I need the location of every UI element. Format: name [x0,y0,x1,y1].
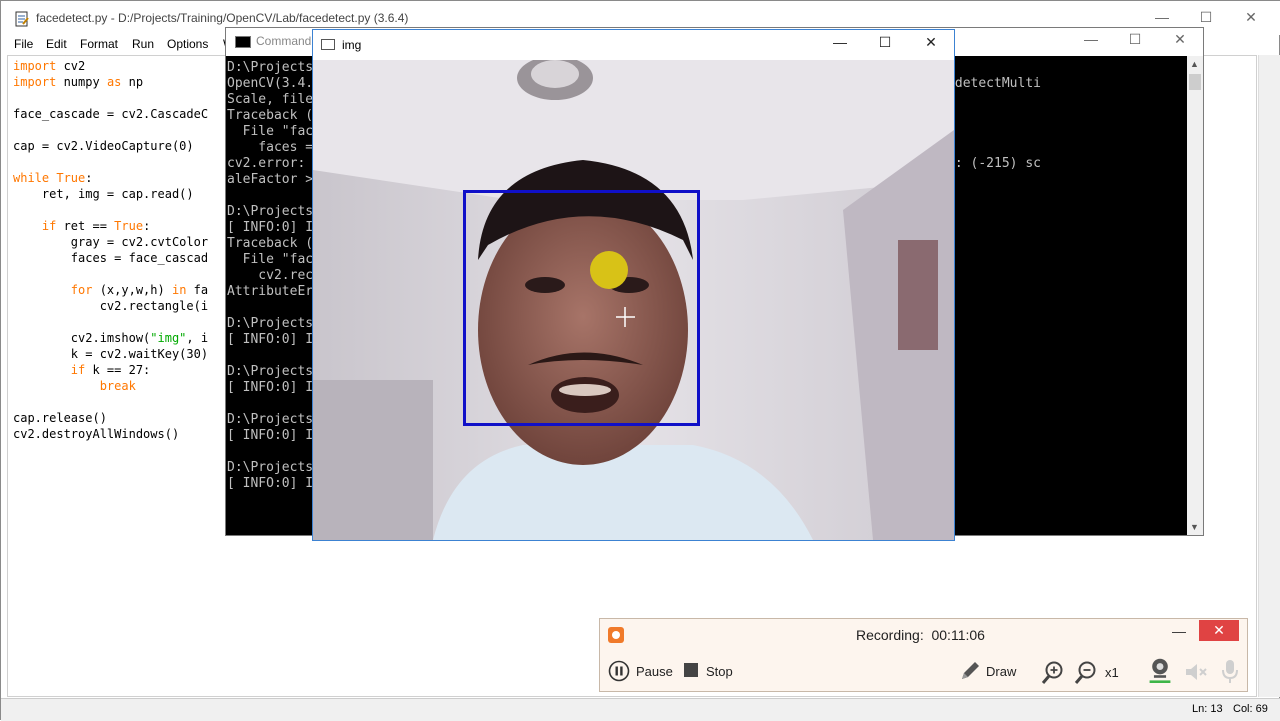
scroll-up-icon[interactable]: ▲ [1190,59,1199,69]
zoom-out-icon[interactable] [1074,660,1096,686]
code-line: break [99,379,136,393]
code-line: import numpy as np [13,75,144,89]
recorder-logo-icon [608,627,624,643]
webcam-icon[interactable] [1147,657,1173,683]
stop-button[interactable]: Stop [684,659,744,685]
cmd-close-button[interactable]: ✕ [1165,31,1195,51]
microphone-icon[interactable] [1220,658,1240,684]
code-text: import cv2import numpy as np​face_cascad… [13,58,208,442]
menu-edit[interactable]: Edit [46,37,67,51]
stop-icon [684,663,698,677]
scroll-down-icon[interactable]: ▼ [1190,522,1199,532]
python-file-icon [15,11,29,27]
code-line: ​ [13,122,208,138]
detected-face-box [463,190,700,426]
pause-button[interactable]: Pause [608,659,678,685]
code-line: gray = cv2.cvtColor [13,235,209,249]
recorder-minimize-button[interactable]: — [1172,623,1186,639]
img-title: img [342,38,362,52]
pause-icon [608,660,630,682]
img-titlebar: img — ☐ ✕ [313,30,954,60]
window-title: facedetect.py - D:/Projects/Training/Ope… [36,11,409,25]
code-line: faces = face_cascad [13,251,209,265]
img-close-button[interactable]: ✕ [916,34,946,54]
code-line: if ret == True: [41,219,151,233]
code-line: ​ [13,90,208,106]
camera-frame [313,60,954,540]
img-minimize-button[interactable]: — [825,34,855,54]
code-line: ​ [13,314,208,330]
line-indicator: Ln: 13 [1192,703,1223,715]
menu-options[interactable]: Options [167,37,208,51]
code-line: cap.release() [13,411,107,425]
menu-run[interactable]: Run [132,37,154,51]
code-line: ​ [13,394,208,410]
code-line: ​ [13,202,208,218]
pencil-icon [962,662,979,679]
pause-label: Pause [636,664,673,679]
code-line: k = cv2.waitKey(30) [13,347,209,361]
zoom-level: x1 [1105,665,1119,680]
editor-scrollbar[interactable] [1258,55,1280,697]
recorder-close-button[interactable]: ✕ [1199,620,1239,641]
speaker-muted-icon[interactable] [1183,659,1209,685]
status-bar: Ln: 13 Col: 69 [1,698,1280,721]
minimize-button[interactable]: — [1147,9,1177,29]
zoom-in-icon[interactable] [1041,660,1063,686]
stop-label: Stop [706,664,733,679]
code-line: ​ [13,266,208,282]
code-line: cv2.destroyAllWindows() [13,427,180,441]
window-icon [321,39,335,50]
draw-button[interactable]: Draw [958,659,1020,685]
recording-timer: Recording: 00:11:06 [856,627,985,643]
cmd-title: Command [256,34,312,48]
cmd-maximize-button[interactable]: ☐ [1120,31,1150,51]
scroll-thumb[interactable] [1189,74,1201,90]
console-scrollbar[interactable]: ▲ ▼ [1187,56,1203,535]
menu-file[interactable]: File [14,37,33,51]
maximize-button[interactable]: ☐ [1191,9,1221,29]
code-line: for (x,y,w,h) in fa [70,283,209,297]
code-line: ret, img = cap.read() [13,187,194,201]
code-line: cv2.imshow("img", i [13,331,209,345]
code-line: cv2.rectangle(i [13,299,209,313]
code-line: while True: [13,171,93,185]
img-maximize-button[interactable]: ☐ [870,34,900,54]
opencv-image-window: img — ☐ ✕ [312,29,955,541]
screen-recorder-bar: Recording: 00:11:06 — ✕ Pause Stop Draw … [599,618,1248,692]
menu-format[interactable]: Format [80,37,118,51]
code-line: ​ [13,154,208,170]
console-icon [235,36,251,48]
code-line: import cv2 [13,59,86,73]
cmd-minimize-button[interactable]: — [1076,31,1106,51]
recorder-header: Recording: 00:11:06 — ✕ [600,619,1247,649]
code-line: cap = cv2.VideoCapture(0) [13,139,194,153]
code-line: face_cascade = cv2.CascadeC [13,107,209,121]
close-button[interactable]: ✕ [1236,9,1266,29]
column-indicator: Col: 69 [1233,703,1268,715]
draw-label: Draw [986,664,1017,679]
code-line: if k == 27: [70,363,151,377]
